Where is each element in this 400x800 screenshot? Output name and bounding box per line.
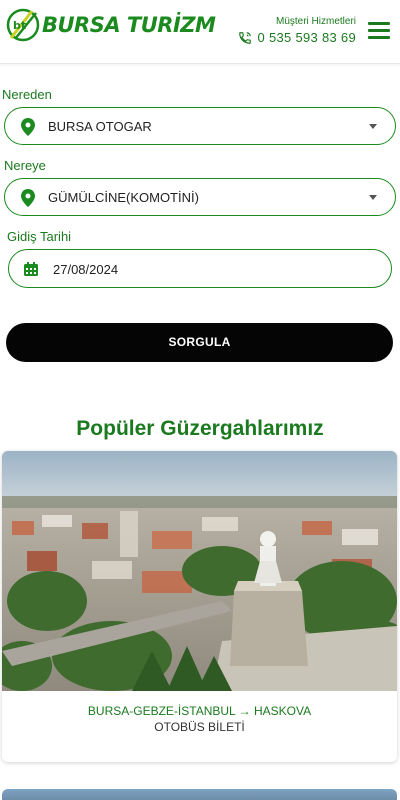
customer-service-label: Müşteri Hizmetleri [275,16,356,27]
location-pin-icon [21,189,35,207]
caret-down-icon [369,195,377,200]
route-type: OTOBÜS BİLETİ [154,720,245,734]
from-select[interactable]: BURSA OTOGAR [4,107,396,145]
svg-text:bt: bt [13,19,26,32]
calendar-icon [24,262,38,276]
caret-down-icon [369,124,377,129]
popular-routes-title: Popüler Güzergahlarımız [76,417,324,440]
route-photo [2,451,397,691]
to-select[interactable]: GÜMÜLCİNE(KOMOTİNİ) [4,178,396,216]
customer-service[interactable]: Müşteri Hizmetleri 0 535 593 83 69 [238,16,356,45]
phone-icon [238,31,251,44]
date-input[interactable]: 27/08/2024 [8,249,392,288]
route-card[interactable]: BURSA-GEBZE-İSTANBUL → HASKOVA OTOBÜS Bİ… [2,451,397,762]
from-label: Nereden [2,87,52,102]
date-label: Gidiş Tarihi [7,229,72,244]
search-button[interactable]: SORGULA [6,323,393,362]
site-header: bt BURSA TURİZM Müşteri Hizmetleri 0 535… [0,0,400,64]
location-pin-icon [21,118,35,136]
date-value: 27/08/2024 [53,262,119,277]
phone-link[interactable]: 0 535 593 83 69 [238,30,356,45]
menu-icon[interactable] [368,22,390,40]
logo-icon: bt [6,8,40,42]
brand-logo[interactable]: bt BURSA TURİZM [6,8,216,42]
to-label: Nereye [4,158,46,173]
route-card[interactable] [2,789,397,800]
phone-number: 0 535 593 83 69 [257,30,356,45]
route-title: BURSA-GEBZE-İSTANBUL → HASKOVA [87,704,312,718]
brand-name: BURSA TURİZM [42,13,216,37]
to-value: GÜMÜLCİNE(KOMOTİNİ) [48,190,199,205]
from-value: BURSA OTOGAR [48,119,152,134]
